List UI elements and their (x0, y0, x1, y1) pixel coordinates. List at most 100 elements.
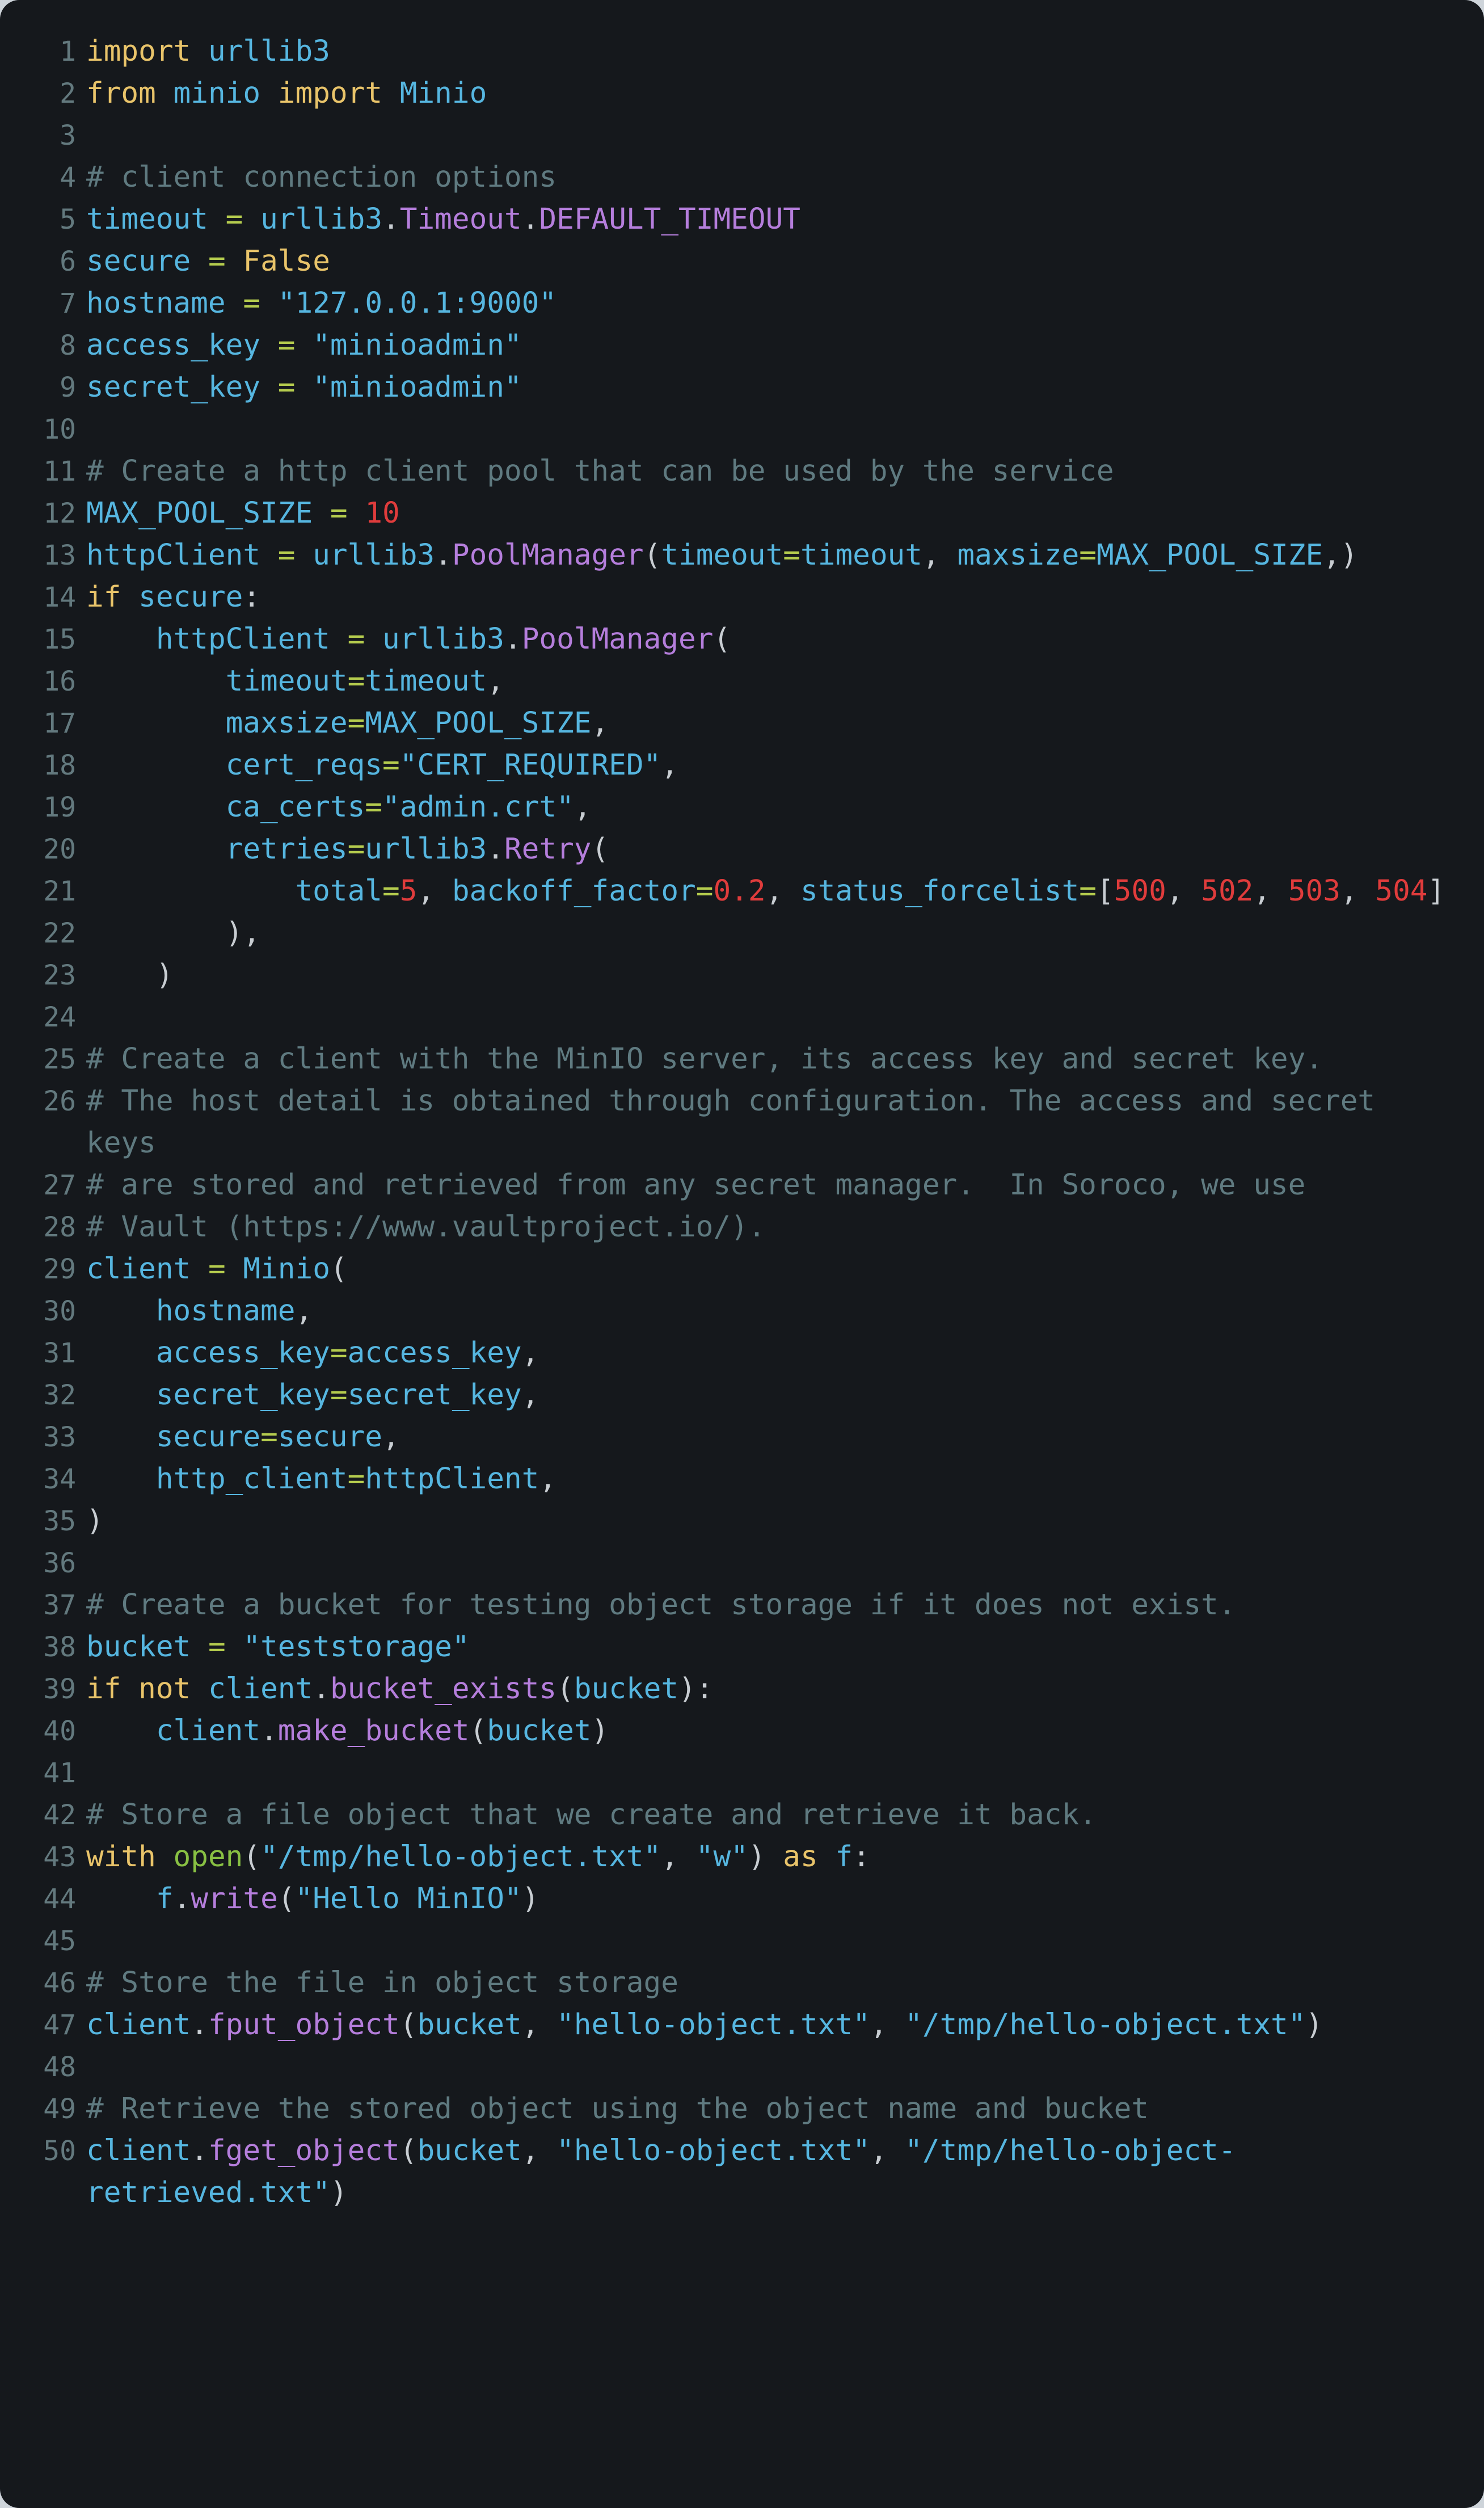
token-o: = (1079, 538, 1097, 572)
token-k: if (86, 580, 121, 614)
token-p: : (853, 1840, 870, 1874)
token-o: = (277, 329, 296, 362)
line-content: maxsize=MAX_POOL_SIZE, (86, 702, 1459, 744)
token-o: = (382, 874, 400, 908)
code-line: 7 hostname = "127.0.0.1:9000" (0, 283, 1459, 325)
token-p: . (382, 203, 400, 236)
token-n: status_forcelist (800, 874, 1080, 908)
line-number: 14 (43, 582, 76, 613)
line-number: 17 (43, 708, 76, 739)
token-n: http_client (155, 1462, 348, 1496)
token-n: Minio (243, 1252, 330, 1286)
token-p: . (260, 1714, 278, 1748)
token-p (330, 622, 348, 656)
line-number: 1 (60, 36, 76, 68)
token-p: , (1253, 874, 1288, 908)
code-line: 35) (0, 1500, 1459, 1542)
token-p (86, 1882, 156, 1916)
line-number: 36 (43, 1547, 76, 1579)
line-content: ), (86, 912, 1459, 954)
token-n: retries (225, 832, 348, 866)
token-p: , (521, 2008, 557, 2042)
line-number: 18 (43, 750, 76, 781)
token-p: , (1166, 874, 1201, 908)
token-p: ( (591, 832, 609, 866)
token-p: ( (713, 622, 731, 656)
code-line: 24 (0, 996, 1459, 1038)
line-content: ca_certs="admin.crt", (86, 786, 1459, 828)
line-number: 25 (43, 1043, 76, 1075)
code-line: 13 httpClient = urllib3.PoolManager(timeo… (0, 535, 1459, 576)
token-p (191, 1630, 208, 1664)
token-p (86, 706, 226, 740)
token-p (86, 748, 226, 782)
token-m: 503 (1288, 874, 1340, 908)
line-number: 46 (43, 1967, 76, 1999)
token-p: ) (1305, 2008, 1323, 2042)
token-k: with (86, 1840, 156, 1874)
token-c: # Vault (https://www.vaultproject.io/). (86, 1210, 766, 1244)
token-p: . (191, 2134, 208, 2168)
token-p: . (487, 832, 504, 866)
line-number: 5 (60, 204, 76, 235)
token-p: ,) (1323, 538, 1358, 572)
token-p: . (173, 1882, 191, 1916)
code-line: 10 (0, 409, 1459, 451)
token-n: urllib3 (382, 622, 504, 656)
token-p (348, 496, 365, 530)
token-c: # Create a http client pool that can be … (86, 455, 1114, 488)
token-p (226, 1630, 243, 1664)
code-line: 50 client.fget_object(bucket, "hello-obje… (0, 2130, 1459, 2214)
code-line: 41 (0, 1752, 1459, 1794)
token-a: Retry (504, 832, 592, 866)
token-p: , (521, 1336, 539, 1370)
token-n: bucket (487, 1714, 592, 1748)
token-p: , (922, 538, 958, 572)
line-content: if secure: (86, 576, 1459, 618)
token-o: = (1079, 874, 1097, 908)
token-n: bucket (574, 1672, 679, 1706)
token-n: urllib3 (313, 538, 435, 572)
line-content: # are stored and retrieved from any secr… (86, 1164, 1459, 1206)
code-line: 4 # client connection options (0, 157, 1459, 199)
line-number: 22 (43, 918, 76, 949)
token-p (365, 622, 382, 656)
line-content: with open("/tmp/hello-object.txt", "w") … (86, 1836, 1459, 1878)
code-line: 38 bucket = "teststorage" (0, 1626, 1459, 1668)
token-p: ): (678, 1672, 714, 1706)
token-p: ( (399, 2008, 418, 2042)
line-number: 33 (43, 1421, 76, 1453)
token-p (295, 538, 313, 572)
token-n: maxsize (957, 538, 1080, 572)
token-p (208, 203, 226, 236)
token-p: , (295, 1294, 313, 1328)
token-n: timeout (86, 203, 208, 236)
line-number: 50 (43, 2135, 76, 2167)
line-content: httpClient = urllib3.PoolManager( (86, 618, 1459, 660)
token-o: = (347, 622, 365, 656)
token-n: minio (173, 77, 261, 110)
code-line: 18 cert_reqs="CERT_REQUIRED", (0, 744, 1459, 786)
line-content: bucket = "teststorage" (86, 1626, 1459, 1668)
token-n: httpClient (365, 1462, 539, 1496)
token-p: , (870, 2134, 905, 2168)
token-m: 5 (399, 874, 418, 908)
token-b: open (173, 1840, 243, 1874)
token-o: = (695, 874, 714, 908)
token-p (86, 664, 226, 698)
line-content: from minio import Minio (86, 73, 1459, 115)
token-p (295, 329, 313, 362)
line-number: 11 (43, 456, 76, 487)
line-number: 7 (60, 288, 76, 319)
line-number: 49 (43, 2093, 76, 2125)
token-s: "minioadmin" (313, 371, 522, 404)
token-p (191, 245, 208, 278)
line-number: 4 (60, 162, 76, 193)
line-number: 35 (43, 1505, 76, 1537)
line-content: # Create a http client pool that can be … (86, 451, 1459, 493)
code-line: 21 total=5, backoff_factor=0.2, status_f… (0, 870, 1459, 912)
code-line: 39 if not client.bucket_exists(bucket): (0, 1668, 1459, 1710)
token-p (295, 371, 313, 404)
token-n: total (295, 874, 382, 908)
token-n: secure (86, 245, 191, 278)
